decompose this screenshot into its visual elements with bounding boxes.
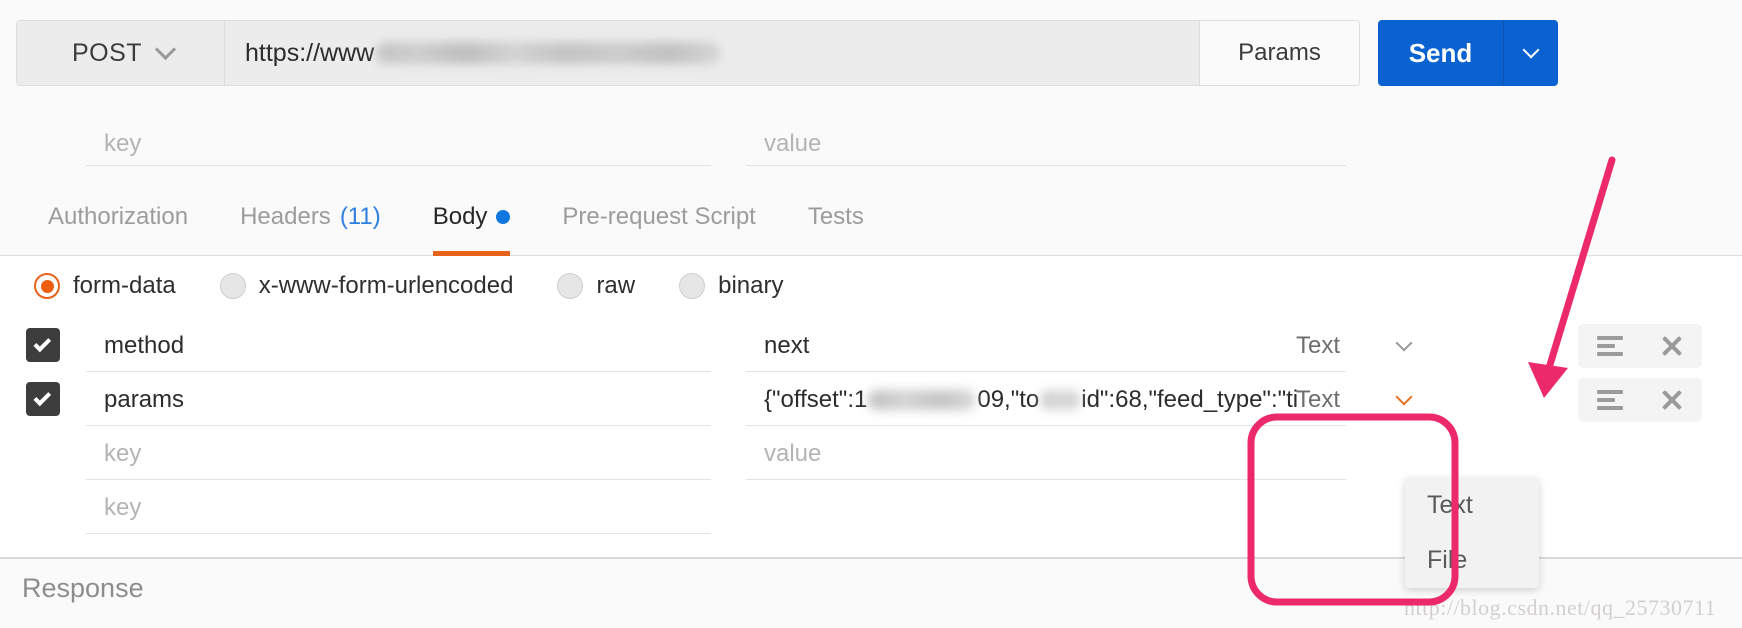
- radio-label: raw: [596, 272, 636, 299]
- chevron-down-icon: [1522, 41, 1540, 58]
- form-data-value-input[interactable]: next: [746, 320, 1346, 372]
- radio-label: form-data: [73, 272, 176, 299]
- form-data-row: params {"offset":1 09,"to id":68,"feed_typ…: [0, 370, 1742, 429]
- params-button[interactable]: Params: [1199, 21, 1359, 85]
- form-data-value-placeholder: value: [764, 439, 822, 467]
- value-type-selector[interactable]: Text: [1282, 326, 1418, 366]
- response-title: Response: [22, 573, 144, 603]
- chevron-down-icon: [154, 38, 177, 61]
- body-type-raw[interactable]: raw: [557, 272, 635, 300]
- value-type-label: Text: [1296, 332, 1341, 359]
- tab-tests[interactable]: Tests: [782, 178, 890, 256]
- hamburger-icon[interactable]: [1596, 390, 1623, 410]
- row-enabled-checkbox[interactable]: [26, 382, 60, 416]
- param-key-placeholder: key: [104, 129, 142, 157]
- value-part-mid: 09,"to: [977, 385, 1040, 413]
- body-type-form-data[interactable]: form-data: [34, 272, 176, 300]
- value-type-label: Text: [1296, 386, 1341, 413]
- close-icon[interactable]: [1660, 334, 1684, 358]
- send-options-button[interactable]: [1504, 20, 1558, 86]
- radio-label: x-www-form-urlencoded: [258, 272, 514, 299]
- param-key-input[interactable]: key: [86, 122, 711, 166]
- value-part-suffix: id":68,"feed_type":"ti: [1081, 385, 1299, 413]
- check-icon: [33, 388, 52, 406]
- url-redacted-blur: [376, 42, 722, 64]
- request-url-bar: POST https://www Params Send: [0, 0, 1742, 106]
- tab-label: Headers: [240, 202, 331, 230]
- body-type-urlencoded[interactable]: x-www-form-urlencoded: [219, 272, 514, 300]
- url-text: https://www: [245, 38, 375, 67]
- dropdown-option-text[interactable]: Text: [1405, 478, 1539, 533]
- send-button-group: Send: [1378, 20, 1558, 86]
- form-data-empty-row: key value: [0, 424, 1742, 483]
- param-value-input[interactable]: value: [746, 122, 1346, 166]
- row-actions: [1578, 378, 1702, 422]
- radio-icon: [557, 273, 584, 299]
- tab-label: Body: [432, 202, 488, 230]
- tab-label: Authorization: [48, 202, 189, 230]
- watermark-text: http://blog.csdn.net/qq_25730711: [1404, 595, 1717, 620]
- body-type-binary[interactable]: binary: [679, 272, 783, 300]
- form-data-key-text: method: [104, 331, 185, 359]
- send-button[interactable]: Send: [1378, 20, 1504, 86]
- tab-label: Pre-request Script: [562, 202, 756, 230]
- hamburger-icon[interactable]: [1596, 336, 1623, 356]
- form-data-row: method next Text: [0, 316, 1742, 375]
- dropdown-option-file[interactable]: File: [1405, 533, 1539, 588]
- value-redacted-blur: [868, 390, 977, 411]
- radio-selected-icon: [34, 273, 60, 299]
- url-input[interactable]: https://www: [225, 21, 1199, 85]
- radio-icon: [679, 273, 706, 299]
- params-placeholder-row: key value: [0, 106, 1742, 178]
- form-data-value-text: next: [764, 331, 810, 359]
- request-tabs: Authorization Headers (11) Body Pre-requ…: [0, 178, 1742, 256]
- form-data-key-input-empty[interactable]: key: [86, 428, 711, 480]
- row-actions: [1578, 324, 1702, 368]
- form-data-key-input[interactable]: method: [86, 320, 711, 372]
- form-data-value-composite: {"offset":1 09,"to id":68,"feed_type":"ti: [746, 386, 1298, 414]
- http-method-selector[interactable]: POST: [17, 21, 225, 85]
- tab-label: Tests: [807, 202, 864, 230]
- form-data-key-placeholder: key: [104, 493, 142, 521]
- http-method-label: POST: [72, 38, 143, 67]
- form-data-key-placeholder: key: [104, 439, 142, 467]
- postman-request-builder: POST https://www Params Send key value A…: [0, 0, 1742, 628]
- value-redacted-blur: [1040, 390, 1081, 411]
- tab-pre-request-script[interactable]: Pre-request Script: [536, 178, 781, 256]
- tab-headers[interactable]: Headers (11): [214, 178, 407, 256]
- body-modified-dot-icon: [496, 209, 511, 224]
- close-icon[interactable]: [1660, 388, 1684, 412]
- radio-icon: [219, 273, 246, 299]
- radio-label: binary: [718, 272, 784, 299]
- value-type-selector-active[interactable]: Text: [1282, 380, 1418, 420]
- form-data-value-input-empty[interactable]: value: [746, 428, 1346, 480]
- headers-count: (11): [339, 202, 381, 230]
- param-value-placeholder: value: [764, 129, 822, 157]
- form-data-key-text: params: [104, 385, 185, 413]
- form-data-key-input[interactable]: params: [86, 374, 711, 426]
- form-data-value-input[interactable]: {"offset":1 09,"to id":68,"feed_type":"ti: [746, 374, 1346, 426]
- url-input-group: POST https://www Params: [16, 20, 1360, 86]
- row-enabled-checkbox[interactable]: [26, 328, 60, 362]
- form-data-key-input-empty[interactable]: key: [86, 482, 711, 534]
- value-type-dropdown-menu: Text File: [1405, 478, 1539, 588]
- check-icon: [33, 334, 52, 352]
- value-part-prefix: {"offset":1: [764, 385, 868, 413]
- tab-authorization[interactable]: Authorization: [22, 178, 214, 256]
- chevron-down-icon: [1395, 388, 1413, 405]
- tab-body[interactable]: Body: [407, 178, 537, 256]
- chevron-down-icon: [1395, 334, 1413, 351]
- body-type-radio-group: form-data x-www-form-urlencoded raw bina…: [0, 256, 1742, 316]
